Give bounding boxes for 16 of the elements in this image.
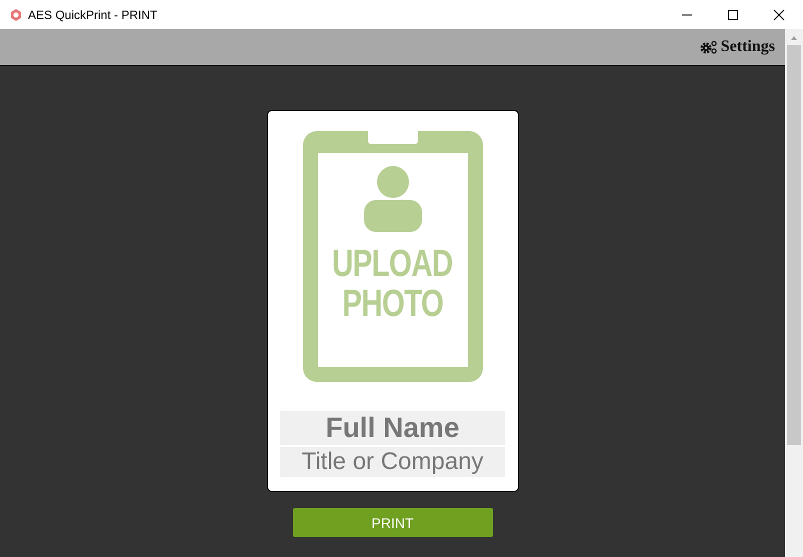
person-icon bbox=[362, 166, 424, 232]
maximize-icon[interactable] bbox=[727, 8, 739, 20]
print-button[interactable]: PRINT bbox=[292, 508, 492, 537]
upload-photo-area[interactable]: UPLOAD PHOTO bbox=[302, 131, 482, 382]
upload-label: UPLOAD bbox=[332, 244, 453, 284]
scrollbar[interactable] bbox=[785, 29, 803, 557]
close-icon[interactable] bbox=[773, 8, 785, 20]
scrollbar-thumb[interactable] bbox=[787, 45, 801, 445]
app-icon bbox=[10, 8, 22, 20]
clip-slot bbox=[368, 131, 418, 144]
window-title: AES QuickPrint - PRINT bbox=[28, 8, 158, 22]
name-field[interactable]: Full Name bbox=[280, 410, 505, 445]
settings-button[interactable]: Settings bbox=[700, 38, 775, 56]
gears-icon bbox=[700, 40, 718, 54]
title-field[interactable]: Title or Company bbox=[280, 447, 505, 477]
upload-label: PHOTO bbox=[342, 284, 443, 324]
